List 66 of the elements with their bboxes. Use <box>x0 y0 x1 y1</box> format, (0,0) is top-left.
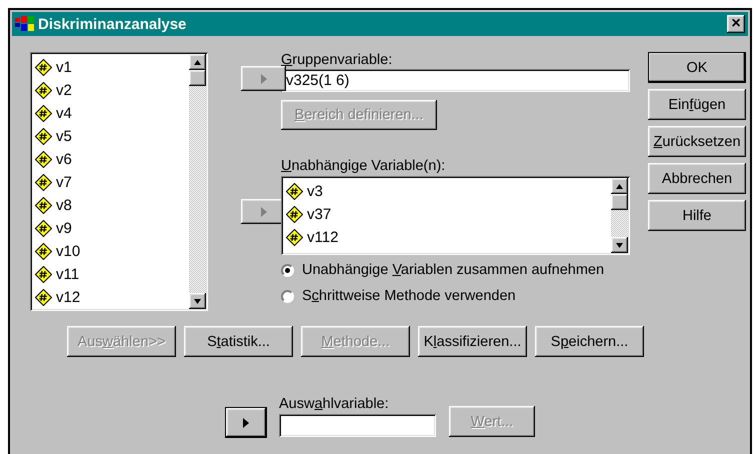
field-label: Unabhängige Variable(n): <box>281 158 446 175</box>
scroll-down-button[interactable] <box>611 237 628 253</box>
diamond-hash-icon <box>35 59 52 76</box>
diamond-hash-icon <box>35 151 52 168</box>
scroll-thumb[interactable] <box>189 70 206 86</box>
close-button[interactable]: × <box>727 15 745 33</box>
variable-item[interactable]: v112 <box>307 229 338 246</box>
diamond-hash-icon <box>286 183 303 200</box>
variable-item[interactable]: v1 <box>56 59 72 76</box>
variable-item[interactable]: v2 <box>56 82 72 99</box>
independent-variable-list[interactable]: v3 v37 v112 <box>281 176 630 255</box>
diamond-hash-icon <box>35 128 52 145</box>
variable-item[interactable]: v3 <box>307 183 323 200</box>
diamond-hash-icon <box>35 243 52 260</box>
dialog-button[interactable]: Abbrechen <box>648 163 746 194</box>
transfer-button[interactable] <box>226 408 266 437</box>
field-label: Auswahlvariable: <box>279 396 390 413</box>
dialog-button[interactable]: Hilfe <box>648 200 746 231</box>
scroll-down-button[interactable] <box>189 293 206 309</box>
scroll-thumb[interactable] <box>611 194 628 210</box>
field-label: Gruppenvariable: <box>281 52 394 69</box>
scroll-up-icon <box>194 60 201 64</box>
diamond-hash-icon <box>35 82 52 99</box>
radio-button[interactable] <box>281 264 294 276</box>
scrollbar[interactable] <box>189 54 206 309</box>
dialog-button[interactable]: Einfügen <box>648 89 746 120</box>
radio-label: Schrittweise Methode verwenden <box>302 288 516 304</box>
variable-item[interactable]: v37 <box>307 206 332 223</box>
source-variable-list[interactable]: v1 v2 v4 v5 v6 v7 v8 v9 v10 v11 v12 <box>30 52 208 311</box>
input-field[interactable]: v325(1 6) <box>281 69 630 92</box>
radio-label: Unabhängige Variablen zusammen aufnehmen <box>302 262 604 278</box>
window-title: Diskriminanzanalyse <box>38 16 188 32</box>
option-button[interactable]: Speichern... <box>535 326 644 357</box>
variable-item[interactable]: v8 <box>56 197 72 214</box>
variable-item[interactable]: v10 <box>56 243 80 260</box>
diamond-hash-icon <box>286 206 303 223</box>
diamond-hash-icon <box>35 174 52 191</box>
diamond-hash-icon <box>35 266 52 283</box>
diamond-hash-icon <box>35 105 52 122</box>
dialog-button[interactable]: OK <box>648 52 746 83</box>
scroll-up-button[interactable] <box>611 178 628 194</box>
input-field[interactable] <box>279 414 436 437</box>
diamond-hash-icon <box>35 197 52 214</box>
right-triangle-icon <box>260 74 266 84</box>
option-button[interactable]: Klassifizieren... <box>418 326 527 357</box>
variable-item[interactable]: v4 <box>56 105 72 122</box>
scroll-down-icon <box>194 298 201 304</box>
variable-item[interactable]: v9 <box>56 220 72 237</box>
right-triangle-icon <box>260 206 266 216</box>
scrollbar[interactable] <box>611 178 628 253</box>
scroll-down-icon <box>616 242 623 248</box>
variable-item[interactable]: v6 <box>56 151 72 168</box>
dialog-button[interactable]: Zurücksetzen <box>648 126 746 157</box>
diamond-hash-icon <box>35 289 52 306</box>
variable-item[interactable]: v7 <box>56 174 72 191</box>
option-button[interactable]: Statistik... <box>184 326 293 357</box>
variable-item[interactable]: v11 <box>56 266 80 283</box>
diamond-hash-icon <box>35 220 52 237</box>
diamond-hash-icon <box>286 229 303 246</box>
right-triangle-icon <box>243 418 249 428</box>
variable-item[interactable]: v5 <box>56 128 72 145</box>
app-icon <box>15 15 35 33</box>
variable-item[interactable]: v12 <box>56 289 80 306</box>
scroll-up-button[interactable] <box>189 54 206 70</box>
radio-button[interactable] <box>281 290 294 302</box>
scroll-up-icon <box>616 184 623 188</box>
